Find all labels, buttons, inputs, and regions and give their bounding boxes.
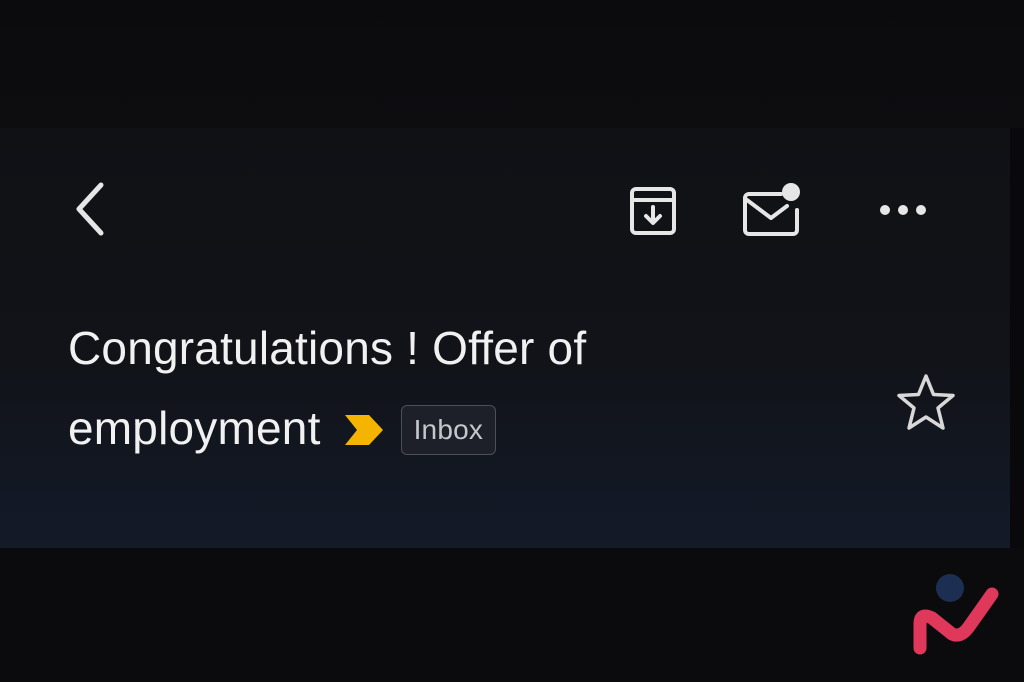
importance-marker-icon[interactable] (343, 413, 385, 447)
brand-logo (913, 574, 999, 655)
app-frame: Congratulations ! Offer of employment In… (0, 0, 1024, 682)
back-button[interactable] (62, 178, 120, 240)
bottom-dark-area (0, 548, 1024, 682)
archive-button[interactable] (622, 180, 684, 242)
subject-line-1: Congratulations ! Offer of (68, 322, 587, 374)
star-button[interactable] (890, 368, 962, 436)
more-horizontal-icon (880, 205, 926, 215)
more-options-button[interactable] (872, 188, 934, 232)
star-outline-icon (897, 374, 955, 430)
inbox-label-chip[interactable]: Inbox (400, 405, 497, 455)
mail-unread-icon (743, 183, 800, 236)
top-dark-area (0, 0, 1024, 128)
chevron-left-icon (76, 182, 104, 236)
email-subject: Congratulations ! Offer of employment In… (68, 308, 868, 468)
subject-line-2: employment (68, 402, 321, 454)
mark-unread-button[interactable] (738, 176, 806, 242)
archive-icon (630, 187, 676, 235)
subject-line-2-row: employment Inbox (68, 388, 868, 468)
